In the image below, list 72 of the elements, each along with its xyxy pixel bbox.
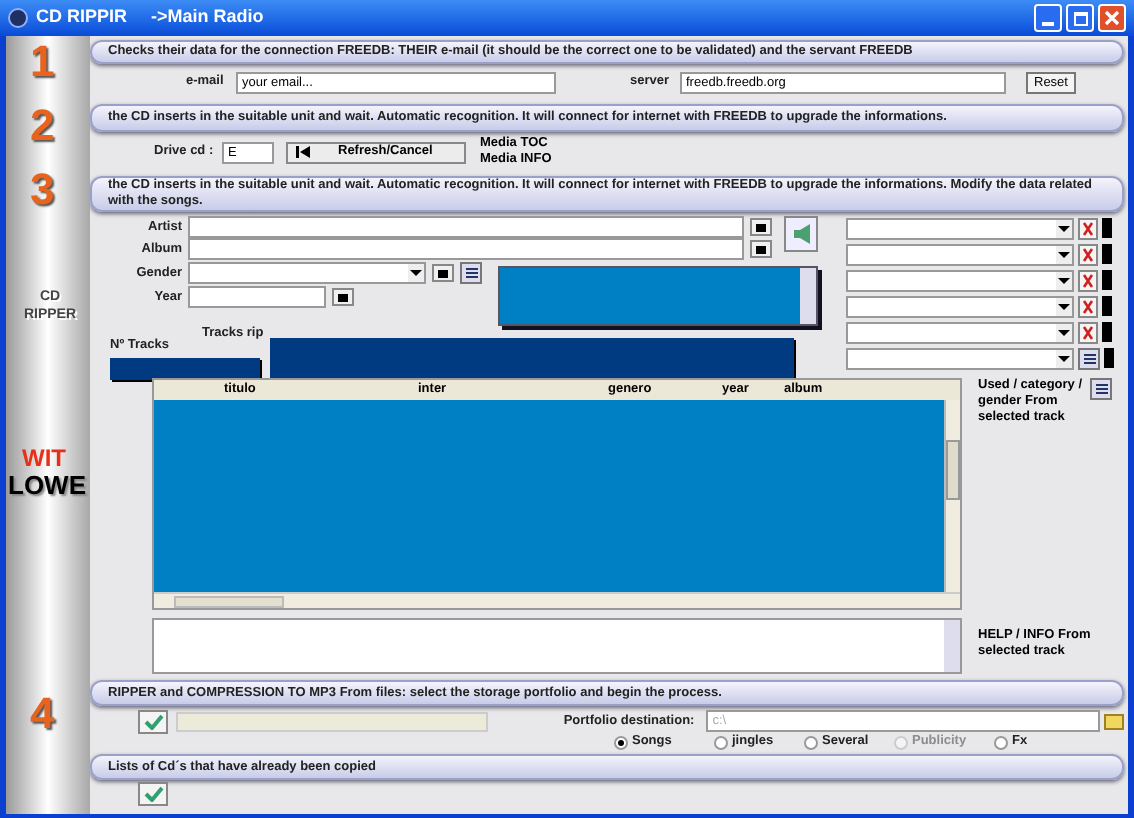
dropdown-field[interactable] [846,269,1074,291]
skip-back-icon [296,146,310,158]
speaker-icon [793,224,809,244]
step-number: 2 [30,104,55,148]
folder-icon[interactable] [1104,713,1124,729]
dropdown-field[interactable] [846,321,1074,343]
small-button[interactable] [750,218,772,236]
square-icon [338,293,348,301]
checkmark-icon [143,786,163,802]
radio-button[interactable] [804,735,818,749]
dropdown-field[interactable] [846,295,1074,317]
dropdown-arrow-icon [1056,297,1072,315]
speaker-button[interactable] [784,216,818,252]
dropdown-arrow-icon [408,264,424,282]
delete-icon [1082,325,1094,339]
checkmark-icon [143,713,163,729]
list-add-icon[interactable] [460,262,482,284]
delete-button[interactable] [1078,295,1098,317]
window-subtitle: ->Main Radio [151,4,264,31]
delete-icon [1082,299,1094,313]
dropdown-arrow-icon [1056,245,1072,263]
close-icon [1104,10,1120,26]
list-add-icon[interactable] [1090,378,1112,400]
app-icon [8,8,28,28]
logo-text: LOWE [8,472,86,498]
dropdown-field[interactable] [188,262,426,284]
help-text-area[interactable] [152,618,962,674]
vertical-scrollbar[interactable] [944,620,960,672]
small-button[interactable] [750,240,772,258]
small-button[interactable] [332,288,354,306]
text-field[interactable] [188,216,744,238]
vertical-scrollbar[interactable] [944,400,960,592]
copied-list-button[interactable] [138,782,168,806]
delete-icon [1082,273,1094,287]
close-button[interactable] [1098,4,1126,32]
text-field[interactable] [188,286,326,308]
delete-button[interactable] [1078,243,1098,265]
step-number: 1 [30,40,55,84]
dropdown-field[interactable] [846,243,1074,265]
dropdown-arrow-icon [1056,323,1072,341]
list-add-icon[interactable] [1078,347,1100,369]
minimize-button[interactable] [1034,4,1062,32]
small-button[interactable] [432,264,454,282]
delete-icon [1082,221,1094,235]
scroll-thumb[interactable] [174,595,284,607]
delete-button[interactable] [1078,217,1098,239]
window-title: CD RIPPIR [36,4,128,31]
dropdown-field[interactable] [846,347,1074,369]
horizontal-scrollbar[interactable] [154,592,960,608]
square-icon [756,245,766,253]
logo-text: WIT [22,446,66,470]
delete-button[interactable] [1078,321,1098,343]
maximize-button[interactable] [1066,4,1094,32]
scrollbar-icon [800,268,816,324]
list-box[interactable] [498,266,818,326]
radio-button[interactable] [714,735,728,749]
delete-button[interactable] [1078,269,1098,291]
dropdown-arrow-icon [1056,271,1072,289]
square-icon [438,269,448,277]
minimize-icon [1042,22,1054,26]
start-button[interactable] [138,709,168,733]
dropdown-field[interactable] [846,217,1074,239]
dropdown-arrow-icon [1056,219,1072,237]
square-icon [756,223,766,231]
radio-button[interactable] [614,735,628,749]
maximize-icon [1073,11,1087,25]
step-number: 4 [30,692,55,736]
step-number: 3 [30,168,55,212]
radio-button[interactable] [994,735,1008,749]
dropdown-arrow-icon [1056,349,1072,367]
text-field[interactable] [188,238,744,260]
delete-icon [1082,247,1094,261]
